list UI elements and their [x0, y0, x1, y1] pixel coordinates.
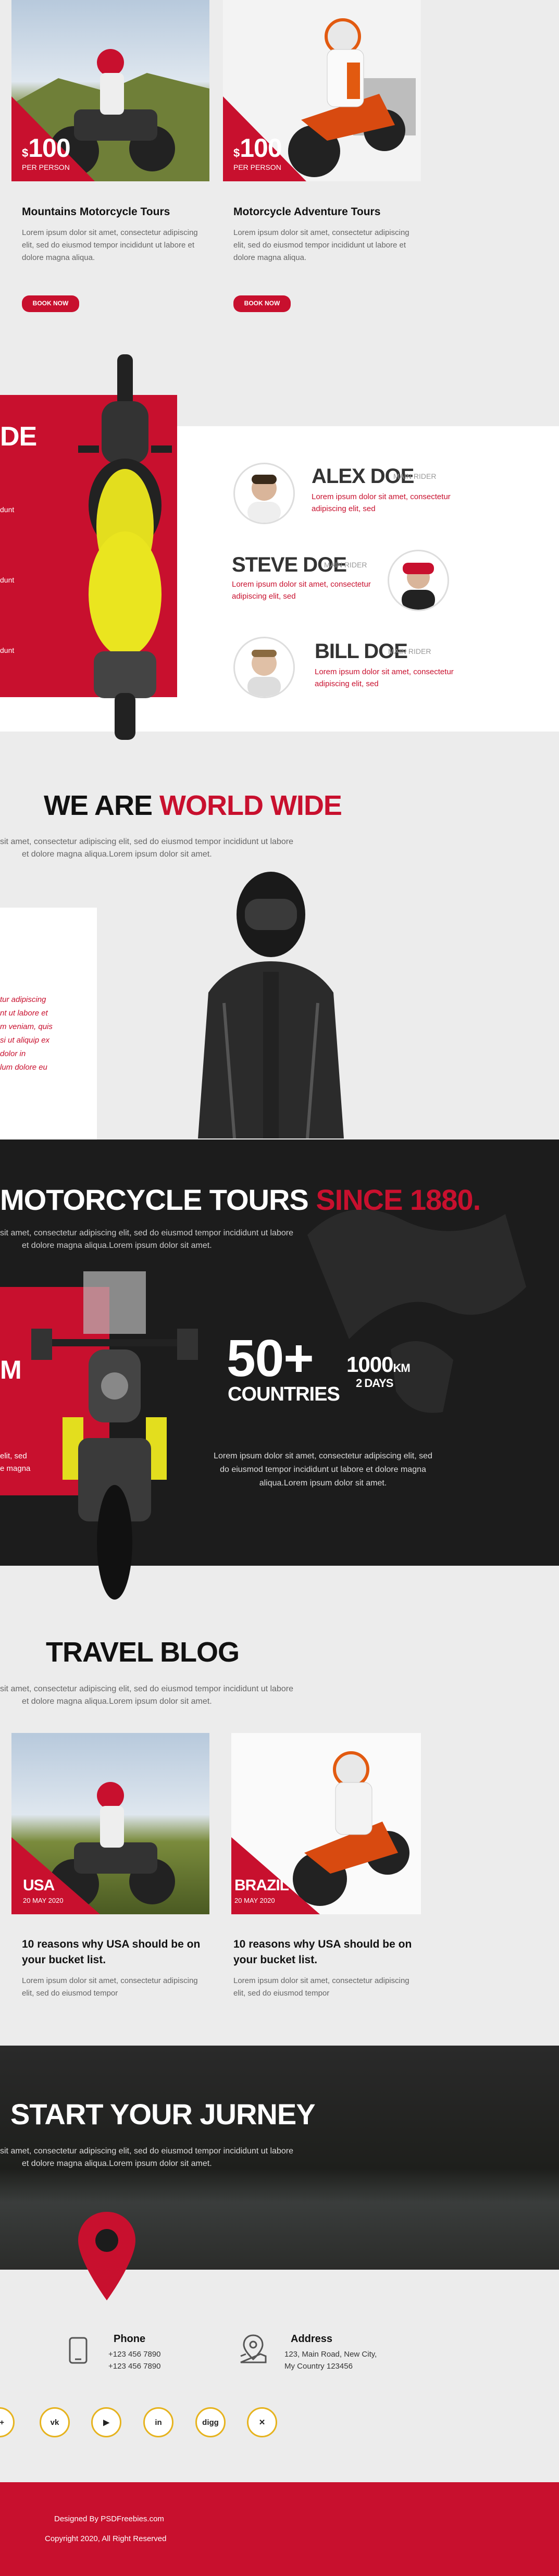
blog-title-2[interactable]: 10 reasons why USA should be on your buc… — [233, 1937, 421, 1968]
rider-avatar-alex — [233, 463, 295, 524]
tour-desc-2: Lorem ipsum dolor sit amet, consectetur … — [233, 228, 409, 262]
stat-km-label: 2 DAYS — [356, 1377, 393, 1390]
riders-heading: DE — [0, 422, 37, 452]
blog-sub-1: sit amet, consectetur adipiscing elit, s… — [0, 1685, 293, 1693]
since-red-heading: M — [0, 1355, 22, 1384]
tour-title-2: Motorcycle Adventure Tours — [233, 206, 381, 218]
world-sub-2: et dolore magna aliqua.Lorem ipsum dolor… — [22, 850, 212, 859]
motorcycle-topview-image — [78, 354, 172, 740]
journey-sub-2: et dolore magna aliqua.Lorem ipsum dolor… — [22, 2159, 212, 2168]
motorcycle-front-image — [31, 1271, 198, 1600]
rider-jacket-image — [198, 872, 344, 1138]
footer-designed-by: Designed By PSDFreebies.com — [54, 2515, 164, 2523]
rider-role-steve: MAIN RIDER — [324, 561, 367, 569]
blog-date-1: 20 MAY 2020 — [23, 1897, 64, 1904]
youtube-icon[interactable]: ▶ — [91, 2407, 121, 2437]
book-now-button-1[interactable]: BOOK NOW — [22, 295, 79, 312]
map-pin-icon — [78, 2212, 135, 2300]
blog-desc-1: Lorem ipsum dolor sit amet, consectetur … — [22, 1976, 198, 1998]
red-panel-text-1: dunt — [0, 505, 15, 514]
footer-copyright: Copyright 2020, All Right Reserved — [45, 2534, 167, 2543]
address-label: Address — [291, 2333, 333, 2345]
rider-desc-alex: Lorem ipsum dolor sit amet, consectetur … — [312, 492, 451, 513]
book-now-button-2[interactable]: BOOK NOW — [233, 295, 291, 312]
rider-desc-steve: Lorem ipsum dolor sit amet, consectetur … — [232, 580, 371, 601]
price-tag-1: $100 PER PERSON — [22, 133, 71, 171]
phone-number-2[interactable]: +123 456 7890 — [108, 2362, 161, 2371]
phone-label: Phone — [114, 2333, 146, 2345]
blog-date-2: 20 MAY 2020 — [234, 1897, 275, 1904]
tour-title-1: Mountains Motorcycle Tours — [22, 206, 170, 218]
footer: Designed By PSDFreebies.com Copyright 20… — [0, 2482, 559, 2576]
world-sub-1: sit amet, consectetur adipiscing elit, s… — [0, 837, 293, 846]
since-desc: Lorem ipsum dolor sit amet, consectetur … — [214, 1452, 432, 1488]
blog-sub-2: et dolore magna aliqua.Lorem ipsum dolor… — [22, 1697, 212, 1706]
world-heading: WE ARE WORLD WIDE — [44, 790, 342, 821]
rider-avatar-steve — [388, 550, 449, 611]
since-red-line-1: elit, sed — [0, 1452, 27, 1460]
blog-title-1[interactable]: 10 reasons why USA should be on your buc… — [22, 1937, 209, 1968]
address-line-2: My Country 123456 — [284, 2362, 353, 2371]
address-pin-icon — [240, 2334, 267, 2363]
linkedin-icon[interactable]: in — [143, 2407, 173, 2437]
since-red-line-2: e magna — [0, 1464, 31, 1473]
rider-desc-bill: Lorem ipsum dolor sit amet, consectetur … — [315, 667, 454, 688]
google-plus-icon[interactable]: g+ — [0, 2407, 15, 2437]
world-card-text: tur adipiscing nt ut labore et m veniam,… — [0, 995, 53, 1072]
red-panel-text-3: dunt — [0, 646, 15, 654]
blog-desc-2: Lorem ipsum dolor sit amet, consectetur … — [233, 1976, 409, 1998]
since-heading: MOTORCYCLE TOURS SINCE 1880. — [0, 1183, 481, 1216]
address-line-1: 123, Main Road, New City, — [284, 2350, 377, 2359]
stat-countries-number: 50+ — [227, 1329, 314, 1388]
blog-place-1: USA — [23, 1877, 55, 1894]
since-sub-2: et dolore magna aliqua.Lorem ipsum dolor… — [22, 1241, 212, 1250]
rider-avatar-bill — [233, 637, 295, 698]
phone-number-1[interactable]: +123 456 7890 — [108, 2350, 161, 2359]
digg-icon[interactable]: digg — [195, 2407, 226, 2437]
blog-place-2: BRAZIL — [234, 1877, 289, 1894]
blog-heading: TRAVEL BLOG — [46, 1637, 240, 1668]
stat-countries-label: COUNTRIES — [228, 1383, 340, 1405]
rider-role-alex: MAIN RIDER — [393, 472, 437, 480]
rider-role-bill: MAIN RIDER — [388, 647, 431, 655]
xing-icon[interactable]: ✕ — [247, 2407, 277, 2437]
price-tag-2: $100 PER PERSON — [233, 133, 282, 171]
stat-km-number: 1000KM — [346, 1352, 411, 1377]
since-sub-1: sit amet, consectetur adipiscing elit, s… — [0, 1229, 293, 1237]
red-panel-text-2: dunt — [0, 576, 15, 584]
tour-desc-1: Lorem ipsum dolor sit amet, consectetur … — [22, 228, 198, 262]
vk-icon[interactable]: vk — [40, 2407, 70, 2437]
journey-sub-1: sit amet, consectetur adipiscing elit, s… — [0, 2147, 293, 2156]
phone-icon — [69, 2337, 88, 2364]
journey-heading: START YOUR JURNEY — [10, 2098, 316, 2131]
